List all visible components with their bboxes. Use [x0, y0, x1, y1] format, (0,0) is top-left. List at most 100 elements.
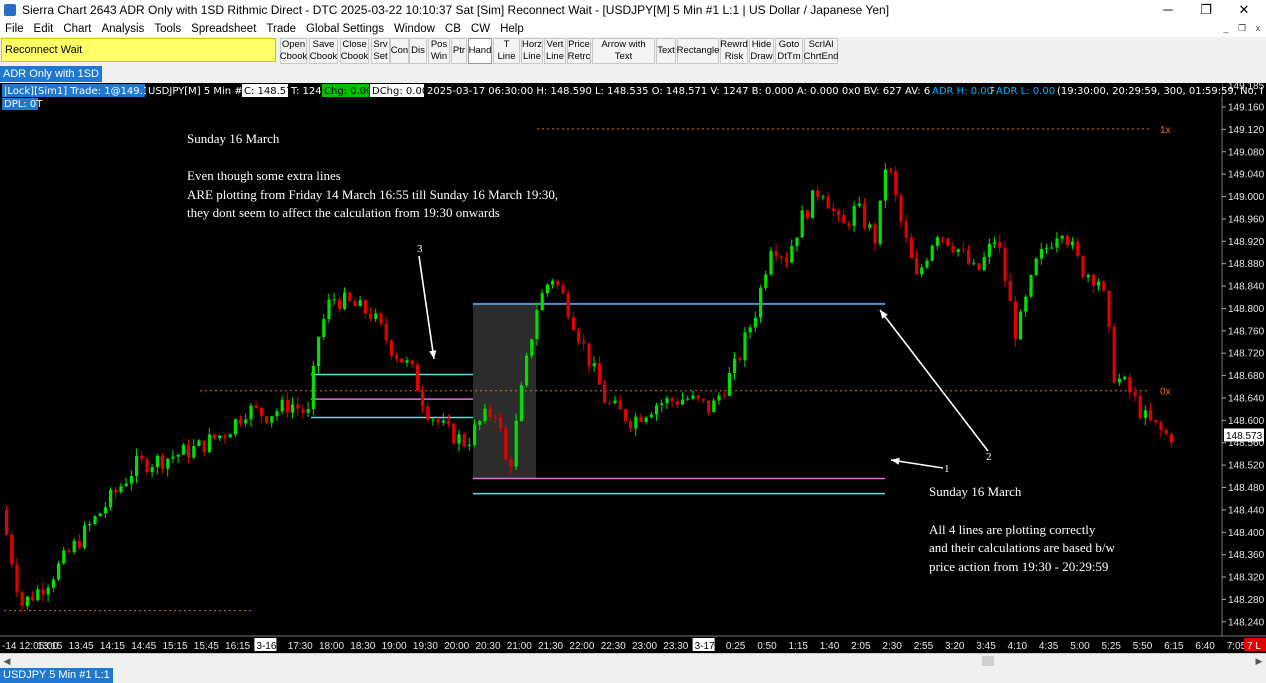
candle-body — [675, 401, 679, 405]
menu-edit[interactable]: Edit — [29, 23, 59, 35]
scroll-thumb[interactable] — [982, 656, 994, 666]
candle-body — [987, 243, 991, 257]
candle-body — [805, 210, 809, 219]
info-study-settings: (19:30:00, 20:29:59, 300, 01:59:59, No, … — [1057, 86, 1263, 97]
toolbar-vert-line-button[interactable]: Vert Line — [544, 38, 566, 64]
candle-body — [540, 293, 544, 311]
menu-help[interactable]: Help — [495, 23, 529, 35]
tab-usdjpy[interactable]: USDJPY 5 Min #1 L:1 — [0, 668, 113, 683]
menu-window[interactable]: Window — [389, 23, 440, 35]
maximize-button[interactable]: ❐ — [1188, 0, 1224, 20]
candle-body — [161, 455, 165, 469]
menu-cw[interactable]: CW — [466, 23, 495, 35]
time-tick-label: 20:30 — [476, 641, 501, 652]
menu-chart[interactable]: Chart — [58, 23, 96, 35]
candle-body — [171, 456, 175, 459]
candle-body — [436, 419, 440, 423]
toolbar-srv-set-button[interactable]: Srv Set — [371, 38, 390, 64]
time-tick-label: 15:15 — [163, 641, 188, 652]
tab-adr-only[interactable]: ADR Only with 1SD — [0, 66, 102, 82]
candle-body — [873, 224, 877, 244]
toolbar-scrlal-chrtend-button[interactable]: ScrlAl ChrtEnd — [804, 38, 838, 64]
annotation-right-text: Sunday 16 March — [929, 484, 1022, 499]
toolbar-arrow-with-text-button[interactable]: Arrow with Text — [592, 38, 655, 64]
toolbar-goto-dttm-button[interactable]: Goto DtTm — [775, 38, 803, 64]
candle-body — [415, 364, 419, 392]
toolbar-price-retrc-button[interactable]: Price Retrc — [567, 38, 591, 64]
toolbar-rectangle-button[interactable]: Rectangle — [677, 38, 719, 64]
horizontal-scrollbar[interactable]: ◀ ▶ — [0, 653, 1266, 667]
mdi-close-button[interactable]: x — [1250, 21, 1266, 35]
candle-body — [103, 507, 107, 514]
candle-body — [847, 223, 851, 227]
time-tick-label: 4:10 — [1008, 641, 1028, 652]
toolbar-open-cbook-button[interactable]: Open Cbook — [280, 38, 307, 64]
mdi-restore-button[interactable]: ❐ — [1234, 21, 1250, 35]
toolbar-text-button[interactable]: Text — [656, 38, 676, 64]
candle-body — [369, 313, 373, 319]
toolbar-ptr-button[interactable]: Ptr — [451, 38, 467, 64]
candle-body — [358, 300, 362, 307]
time-tick-label: 3:45 — [976, 641, 996, 652]
candle-body — [1138, 396, 1142, 418]
price-tick-label: 148.440 — [1228, 505, 1265, 516]
candle-body — [1081, 256, 1085, 278]
candle-body — [883, 169, 887, 201]
candle-body — [98, 513, 102, 517]
candle-body — [223, 435, 227, 438]
time-tick-label: 19:00 — [382, 641, 407, 652]
toolbar-pos-win-button[interactable]: Pos Win — [428, 38, 450, 64]
candle-body — [1060, 236, 1064, 239]
toolbar-close-cbook-button[interactable]: Close Cbook — [340, 38, 369, 64]
price-tick-label: 148.800 — [1228, 304, 1265, 315]
candle-body — [946, 238, 950, 246]
candle-body — [592, 363, 596, 367]
menu-file[interactable]: File — [0, 23, 29, 35]
menu-cb[interactable]: CB — [440, 23, 466, 35]
candle-body — [852, 205, 856, 227]
candle-body — [431, 419, 435, 421]
current-price-label: 148.573 — [1226, 431, 1263, 442]
candle-body — [993, 242, 997, 244]
candle-body — [447, 420, 451, 425]
toolbar-hide-draw-button[interactable]: Hide Draw — [749, 38, 774, 64]
menu-tools[interactable]: Tools — [149, 23, 186, 35]
menu-global-settings[interactable]: Global Settings — [301, 23, 389, 35]
candle-body — [842, 215, 846, 224]
toolbar-save-cbook-button[interactable]: Save Cbook — [309, 38, 338, 64]
toolbar-rewrd-risk-button[interactable]: Rewrd Risk — [720, 38, 748, 64]
candle-body — [36, 589, 40, 601]
menu-trade[interactable]: Trade — [261, 23, 301, 35]
toolbar-hand-button[interactable]: Hand — [468, 38, 492, 64]
candle-body — [343, 292, 347, 310]
candle-body — [608, 402, 612, 404]
annotation-right-text: price action from 19:30 - 20:29:59 — [929, 559, 1108, 574]
candle-body — [1117, 378, 1121, 383]
price-tick-label: 148.840 — [1228, 282, 1265, 293]
candle-body — [410, 360, 414, 365]
scroll-right-icon[interactable]: ▶ — [1252, 654, 1266, 668]
mdi-minimize-button[interactable]: _ — [1218, 21, 1234, 35]
price-chart[interactable]: 149.160 149.120 149.080 149.040 149.000 148.9… — [0, 83, 1266, 653]
minimize-button[interactable]: ─ — [1150, 0, 1186, 20]
toolbar-con-button[interactable]: Con — [390, 38, 409, 64]
price-tick-label: 149.120 — [1228, 125, 1265, 136]
candle-body — [462, 434, 466, 446]
toolbar-t-line-button[interactable]: T Line — [493, 38, 520, 64]
candle-body — [967, 250, 971, 264]
candle-body — [20, 592, 24, 607]
toolbar-dis-button[interactable]: Dis — [409, 38, 427, 64]
candle-body — [311, 365, 315, 410]
close-button[interactable]: ✕ — [1226, 0, 1262, 20]
toolbar-horz-line-button[interactable]: Horz Line — [521, 38, 543, 64]
menu-analysis[interactable]: Analysis — [96, 23, 149, 35]
time-tick-label: 2:05 — [851, 641, 871, 652]
candle-body — [499, 417, 503, 428]
candle-body — [795, 237, 799, 247]
candle-body — [493, 417, 497, 419]
time-tick-label: 13:45 — [69, 641, 94, 652]
candle-body — [322, 319, 326, 337]
scroll-left-icon[interactable]: ◀ — [0, 654, 14, 668]
chart-region[interactable]: 149.160 149.120 149.080 149.040 149.000 148.9… — [0, 83, 1266, 653]
menu-spreadsheet[interactable]: Spreadsheet — [186, 23, 261, 35]
